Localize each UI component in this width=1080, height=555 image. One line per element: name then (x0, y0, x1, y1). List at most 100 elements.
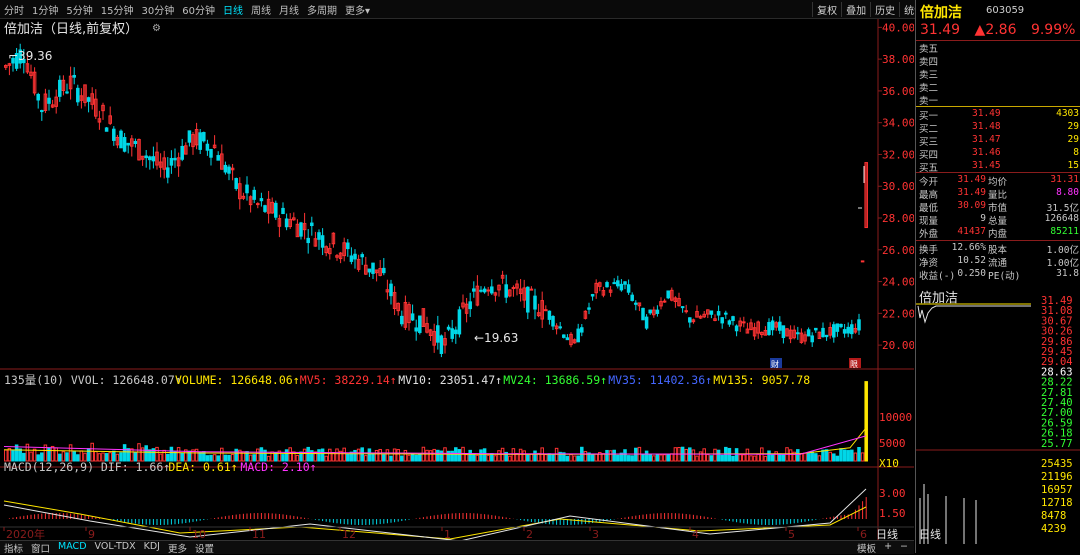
volume-bar (713, 448, 717, 462)
candle (482, 288, 487, 293)
candle (839, 323, 843, 328)
stat-label: 市值 (988, 203, 1008, 214)
volume-bar (608, 450, 613, 462)
macd-indicator-label: DEA: 0.61↑ (168, 460, 237, 474)
candle (796, 332, 800, 335)
candle (306, 237, 310, 244)
indicator-tab[interactable]: 设置 (191, 541, 218, 555)
stat-value: 0.250 (957, 268, 986, 279)
stat-label: 换手 (919, 245, 939, 256)
candle (112, 128, 116, 141)
period-tab[interactable]: 多周期 (303, 2, 341, 17)
period-tab[interactable]: 15分钟 (97, 2, 138, 17)
candle (680, 306, 685, 309)
period-tab[interactable]: 月线 (275, 2, 303, 17)
mini-intraday-chart[interactable]: 倍加洁 31.4931.0830.6730.2629.8629.4529.0428… (916, 288, 1080, 548)
candle (133, 141, 138, 145)
stat-label: 最低 (919, 203, 939, 214)
volume-bar (626, 455, 631, 462)
bid-label: 买二 (919, 124, 939, 135)
period-tab[interactable]: 周线 (247, 2, 275, 17)
volume-bar (828, 451, 832, 462)
candle (727, 320, 732, 325)
candle (533, 295, 537, 310)
candle (36, 93, 40, 101)
bottom-control[interactable]: + (880, 541, 896, 555)
period-tab[interactable]: 1分钟 (28, 2, 62, 17)
ask-label: 卖一 (919, 96, 939, 107)
candle (821, 327, 825, 338)
volume-bar (14, 444, 19, 462)
bottom-control[interactable]: − (896, 541, 912, 555)
candle (371, 262, 375, 274)
stat-label: 量比 (988, 190, 1008, 201)
indicator-tab[interactable]: 更多 (164, 541, 191, 555)
stat-value: 126648 (1044, 213, 1079, 224)
candle (353, 253, 357, 260)
candle (256, 203, 260, 206)
quote-row: 买三 31.47 29 (916, 134, 1080, 148)
candle (846, 326, 850, 334)
volume-bar (756, 453, 760, 462)
volume-bar (176, 447, 181, 462)
indicator-bar: 指标 窗口 MACD VOL-TDX KDJ 更多 设置 模板 + − (0, 540, 914, 555)
volume-bar (612, 449, 616, 462)
mini-volume-label: 16957 (1041, 484, 1073, 496)
candle (619, 283, 624, 291)
kline-chart[interactable]: 倍加洁（日线,前复权） ⚙ 40.00 38.00 36.00 34.00 32.00 30.… (0, 19, 914, 543)
volume-bar (788, 449, 793, 462)
period-tab[interactable]: 日线 (219, 2, 247, 17)
volume-bar (346, 453, 350, 462)
candle (720, 317, 724, 324)
volume-bar (367, 448, 372, 462)
tool-button[interactable]: 叠加 (841, 1, 870, 17)
candle (259, 198, 264, 202)
indicator-tab[interactable]: MACD (54, 541, 90, 555)
period-tab[interactable]: 60分钟 (178, 2, 219, 17)
bottom-control[interactable]: 模板 (853, 541, 880, 555)
quote-row: 最低 30.09 市值 31.5亿 (916, 200, 1080, 214)
candle (144, 155, 148, 159)
volume-bar (641, 454, 645, 462)
volume-bar (428, 450, 433, 462)
volume-bar (623, 449, 627, 462)
candle (126, 142, 130, 146)
quote-row: 外盘 41437 内盘 85211 (916, 226, 1080, 240)
quote-row: 买一 31.49 4303 (916, 108, 1080, 122)
indicator-tab[interactable]: 指标 (0, 541, 27, 555)
period-tab[interactable]: 30分钟 (137, 2, 178, 17)
stat-label: 总量 (988, 216, 1008, 227)
stat-value: 31.49 (957, 187, 986, 198)
volume-bar (324, 455, 328, 462)
tool-button[interactable]: 复权 (812, 1, 841, 17)
quote-row: 今开 31.49 均价 31.31 (916, 174, 1080, 188)
candle (310, 222, 314, 227)
volume-bar (169, 446, 174, 462)
indicator-tab[interactable]: 窗口 (27, 541, 54, 555)
price-tick-label: 26.00 (882, 244, 914, 257)
volume-bar (90, 442, 94, 462)
candle (612, 282, 616, 285)
stat-label: 收益(-) (919, 271, 956, 282)
volume-bar (572, 455, 577, 462)
volume-bar (50, 445, 55, 462)
stat-value: 12.66% (951, 242, 986, 253)
period-tab[interactable]: 5分钟 (62, 2, 96, 17)
volume-bar (68, 444, 73, 462)
indicator-tab[interactable]: KDJ (140, 541, 164, 555)
volume-bar (425, 449, 429, 462)
volume-indicator-label: 135量(10) VVOL: 126648.07↑ (4, 373, 182, 387)
stat-value: 31.31 (1050, 174, 1079, 185)
period-tab[interactable]: 更多▾ (341, 2, 374, 17)
caifu-badge: 财 (771, 359, 779, 369)
indicator-tab[interactable]: VOL-TDX (91, 541, 140, 555)
ask-label: 卖三 (919, 70, 939, 81)
tool-button[interactable]: 历史 (870, 1, 899, 17)
volume-bar (774, 451, 778, 462)
quote-row: 买二 31.48 29 (916, 121, 1080, 135)
bid-label: 买四 (919, 150, 939, 161)
period-tab[interactable]: 分时 (0, 2, 28, 17)
price-tick-label: 22.00 (882, 307, 914, 320)
volume-bar (778, 453, 782, 462)
candle (216, 155, 220, 161)
